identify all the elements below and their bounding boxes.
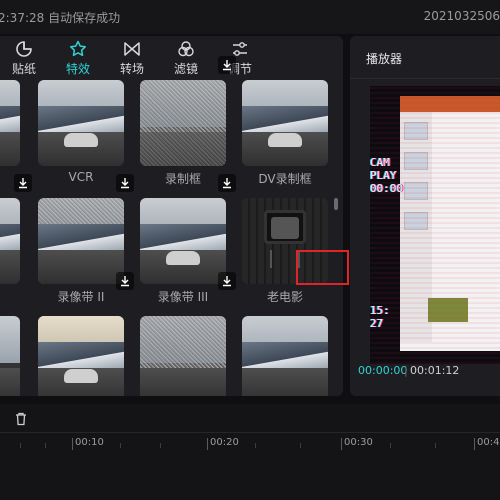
tv-icon	[264, 210, 306, 244]
effect-thumbnail	[140, 80, 226, 166]
download-button[interactable]	[218, 56, 236, 74]
effect-thumbnail	[38, 316, 124, 396]
download-button[interactable]	[116, 174, 134, 192]
time-separator: |	[404, 364, 408, 377]
effect-label: 录像带 III	[157, 290, 209, 304]
trash-icon	[16, 412, 26, 426]
delete-button[interactable]	[14, 411, 28, 430]
effect-thumbnail	[0, 80, 20, 166]
effects-grid: VCR 录制框 DV录制框 录像带 II 录像带 III 老电影	[0, 56, 343, 396]
effect-label: VCR	[68, 170, 94, 184]
divider	[350, 78, 500, 79]
autosave-status: 2:37:28 自动保存成功	[0, 11, 121, 25]
effect-thumbnail	[38, 80, 124, 166]
ruler-label: 00:30	[344, 437, 373, 448]
project-name: 2021032506	[423, 9, 500, 23]
player-title: 播放器	[366, 52, 403, 66]
effect-label: DV录制框	[258, 172, 312, 186]
effect-thumbnail	[38, 198, 124, 284]
video-preview[interactable]: CAM PLAY 00:00 15: 27	[370, 86, 500, 364]
category-tabs: 贴纸 特效 转场 滤镜 调节	[0, 36, 343, 80]
download-icon	[19, 178, 27, 189]
tab-label: 转场	[119, 62, 144, 76]
download-icon	[223, 276, 231, 287]
download-icon	[121, 276, 129, 287]
ruler-label: 00:20	[210, 437, 239, 448]
effect-thumbnail	[140, 198, 226, 284]
tab-label: 特效	[65, 62, 90, 76]
transition-icon	[124, 42, 140, 56]
download-icon	[223, 60, 231, 71]
ruler-label: 00:40	[477, 437, 500, 448]
material-panel: 贴纸 特效 转场 滤镜 调节 VCR 录制框 DV录制框 录像带 II 录像带 …	[0, 36, 343, 396]
effect-label: 老电影	[266, 290, 303, 304]
filter-icon	[178, 41, 194, 57]
timeline-panel: 00:10 00:20 00:30 00:40	[0, 404, 500, 500]
divider	[0, 432, 500, 433]
vhs-overlay-text: CAM PLAY 00:00	[370, 156, 404, 195]
tab-transitions[interactable]: 转场	[112, 40, 152, 80]
tab-filters[interactable]: 滤镜	[166, 40, 206, 80]
highlight-box	[296, 250, 349, 285]
effect-thumbnail	[140, 316, 226, 396]
effect-label: 录像带 II	[57, 290, 105, 304]
current-time: 00:00:00	[358, 364, 408, 377]
vhs-overlay-date: 15: 27	[370, 304, 390, 330]
download-button[interactable]	[218, 174, 236, 192]
timeline-toolbar	[0, 404, 500, 432]
download-button[interactable]	[14, 174, 32, 192]
tab-stickers[interactable]: 贴纸	[4, 40, 44, 80]
tab-label: 贴纸	[11, 62, 36, 76]
top-bar: 2:37:28 自动保存成功 2021032506	[0, 0, 500, 34]
time-ruler[interactable]: 00:10 00:20 00:30 00:40	[0, 434, 500, 454]
effect-thumbnail	[242, 80, 328, 166]
player-panel: 播放器 CAM PLAY 00:00 15: 27 00:00:00 | 00:01:…	[350, 36, 500, 396]
effect-thumbnail	[0, 198, 20, 284]
total-duration: 00:01:12	[410, 364, 460, 377]
ruler-label: 00:10	[75, 437, 104, 448]
download-button[interactable]	[218, 272, 236, 290]
effect-label: 录制框	[164, 172, 201, 186]
effects-star-icon	[70, 40, 86, 57]
download-button[interactable]	[116, 272, 134, 290]
download-icon	[223, 178, 231, 189]
tab-effects[interactable]: 特效	[58, 40, 98, 80]
sticker-icon	[16, 41, 32, 57]
download-icon	[121, 178, 129, 189]
tab-label: 滤镜	[173, 62, 198, 76]
effect-thumbnail	[242, 316, 328, 396]
scrollbar-thumb[interactable]	[334, 198, 338, 210]
effect-thumbnail	[0, 316, 20, 396]
